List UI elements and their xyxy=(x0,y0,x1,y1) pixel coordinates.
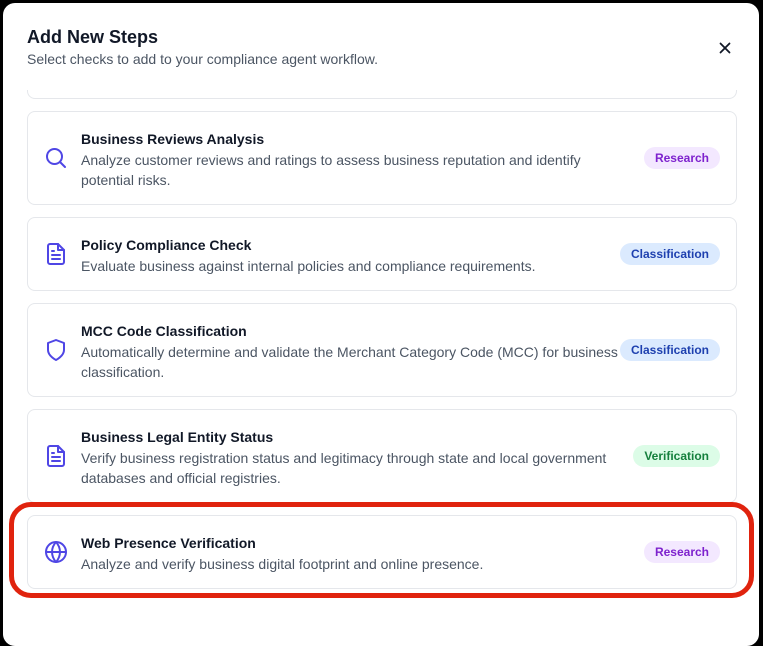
step-card-policy-compliance[interactable]: Policy Compliance Check Evaluate busines… xyxy=(27,217,737,291)
category-badge: Research xyxy=(643,541,720,563)
step-description: Verify business registration status and … xyxy=(81,450,607,486)
step-description: Analyze customer reviews and ratings to … xyxy=(81,152,581,188)
document-icon xyxy=(44,444,68,468)
category-badge: Verification xyxy=(633,445,720,467)
step-title: Web Presence Verification xyxy=(81,535,256,551)
dialog-title: Add New Steps xyxy=(27,27,159,47)
shield-icon xyxy=(44,338,68,362)
step-card-business-reviews[interactable]: Business Reviews Analysis Analyze custom… xyxy=(27,111,737,205)
step-title: Policy Compliance Check xyxy=(81,237,252,253)
category-badge: Classification xyxy=(619,339,720,361)
step-title: Business Reviews Analysis xyxy=(81,131,265,147)
list-item-partial[interactable] xyxy=(27,90,737,99)
dialog-header: Add New Steps Select checks to add to yo… xyxy=(27,25,378,68)
add-steps-dialog: Add New Steps Select checks to add to yo… xyxy=(3,3,759,646)
step-description: Analyze and verify business digital foot… xyxy=(81,556,484,572)
step-card-legal-entity-status[interactable]: Business Legal Entity Status Verify busi… xyxy=(27,409,737,503)
step-card-mcc-classification[interactable]: MCC Code Classification Automatically de… xyxy=(27,303,737,397)
step-description: Automatically determine and validate the… xyxy=(81,344,618,380)
step-title: MCC Code Classification xyxy=(81,323,247,339)
globe-icon xyxy=(44,540,68,564)
steps-list[interactable]: Business Reviews Analysis Analyze custom… xyxy=(27,90,737,646)
document-icon xyxy=(44,242,68,266)
close-icon xyxy=(719,42,731,54)
search-icon xyxy=(44,146,68,170)
category-badge: Classification xyxy=(619,243,720,265)
close-button[interactable] xyxy=(713,36,737,60)
step-description: Evaluate business against internal polic… xyxy=(81,258,536,274)
dialog-subtitle: Select checks to add to your compliance … xyxy=(27,51,378,67)
step-title: Business Legal Entity Status xyxy=(81,429,274,445)
category-badge: Research xyxy=(643,147,720,169)
step-card-web-presence[interactable]: Web Presence Verification Analyze and ve… xyxy=(27,515,737,589)
